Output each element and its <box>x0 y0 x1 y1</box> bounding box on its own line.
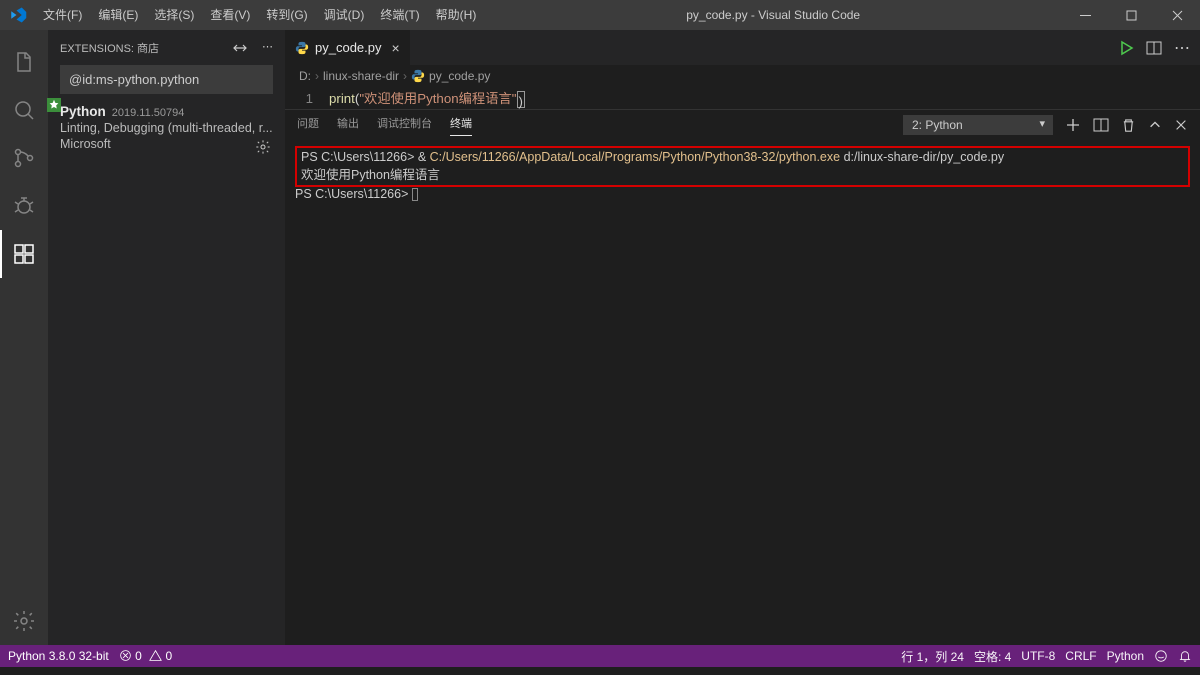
chevron-right-icon: › <box>403 69 407 83</box>
status-encoding[interactable]: UTF-8 <box>1021 649 1055 663</box>
chevron-right-icon: › <box>315 69 319 83</box>
editor-actions: ⋯ <box>1118 30 1200 65</box>
sidebar: EXTENSIONS: 商店 ⋯ @id:ms-python.python Py… <box>48 30 285 645</box>
editor-tabs: py_code.py × ⋯ <box>285 30 1200 65</box>
maximize-button[interactable] <box>1108 0 1154 30</box>
menu-go[interactable]: 转到(G) <box>258 0 315 30</box>
menu-view[interactable]: 查看(V) <box>202 0 258 30</box>
menu-selection[interactable]: 选择(S) <box>146 0 202 30</box>
menu-file[interactable]: 文件(F) <box>35 0 90 30</box>
status-cursor[interactable]: 行 1，列 24 <box>901 648 964 665</box>
tab-py-code[interactable]: py_code.py × <box>285 30 411 65</box>
settings-gear-icon[interactable] <box>0 597 48 645</box>
scm-icon[interactable] <box>0 134 48 182</box>
panel-tab-terminal[interactable]: 终端 <box>450 115 472 136</box>
split-terminal-icon[interactable] <box>1093 117 1109 133</box>
extension-item[interactable]: Python 2019.11.50794 Linting, Debugging … <box>48 100 285 163</box>
status-spaces[interactable]: 空格: 4 <box>974 648 1011 665</box>
panel-tab-bar: 问题 输出 调试控制台 终端 2: Python <box>285 110 1200 140</box>
code-line[interactable]: print("欢迎使用Python编程语言") <box>329 89 525 109</box>
panel: 问题 输出 调试控制台 终端 2: Python PS C:\Users\112… <box>285 109 1200 546</box>
highlight-box: PS C:\Users\11266> & C:/Users/11266/AppD… <box>295 146 1190 187</box>
status-lang[interactable]: Python <box>1107 649 1144 663</box>
app-logo <box>0 6 35 24</box>
extension-search-input[interactable]: @id:ms-python.python <box>60 65 273 94</box>
menu-help[interactable]: 帮助(H) <box>428 0 485 30</box>
python-file-icon <box>411 69 425 83</box>
panel-tab-problems[interactable]: 问题 <box>297 115 319 136</box>
status-bell-icon[interactable] <box>1178 649 1192 663</box>
status-problems[interactable]: 0 0 <box>119 649 172 663</box>
run-icon[interactable] <box>1118 40 1134 56</box>
debug-icon[interactable] <box>0 182 48 230</box>
clear-icon[interactable] <box>232 40 248 56</box>
kill-terminal-icon[interactable] <box>1121 118 1136 133</box>
menu-edit[interactable]: 编辑(E) <box>90 0 146 30</box>
menu-debug[interactable]: 调试(D) <box>316 0 373 30</box>
more-icon[interactable]: ⋯ <box>262 40 273 56</box>
extension-gear-icon[interactable] <box>255 139 271 155</box>
extension-publisher: Microsoft <box>60 137 273 151</box>
window-controls <box>1062 0 1200 30</box>
token-string: "欢迎使用Python编程语言" <box>359 91 516 106</box>
extension-name: Python <box>60 104 106 119</box>
extension-version: 2019.11.50794 <box>112 107 185 119</box>
title-bar: 文件(F) 编辑(E) 选择(S) 查看(V) 转到(G) 调试(D) 终端(T… <box>0 0 1200 30</box>
new-terminal-icon[interactable] <box>1065 117 1081 133</box>
window-title: py_code.py - Visual Studio Code <box>484 8 1062 22</box>
terminal-output: 欢迎使用Python编程语言 <box>301 164 1184 183</box>
tab-label: py_code.py <box>315 40 382 55</box>
extensions-icon[interactable] <box>0 230 48 278</box>
tab-close-icon[interactable]: × <box>392 40 400 56</box>
maximize-panel-icon[interactable] <box>1148 118 1162 132</box>
close-button[interactable] <box>1154 0 1200 30</box>
status-feedback-icon[interactable] <box>1154 649 1168 663</box>
breadcrumb[interactable]: D: › linux-share-dir › py_code.py <box>285 65 1200 87</box>
panel-tab-debug[interactable]: 调试控制台 <box>377 115 432 136</box>
line-number: 1 <box>285 89 329 109</box>
editor-area: py_code.py × ⋯ D: › linux-share-dir › py… <box>285 30 1200 645</box>
terminal-line: PS C:\Users\11266> & C:/Users/11266/AppD… <box>301 150 1184 164</box>
terminal-line: PS C:\Users\11266> <box>295 187 1190 201</box>
crumb-folder[interactable]: linux-share-dir <box>323 69 399 83</box>
close-panel-icon[interactable] <box>1174 118 1188 132</box>
python-file-icon <box>295 41 309 55</box>
terminal[interactable]: PS C:\Users\11266> & C:/Users/11266/AppD… <box>285 140 1200 546</box>
status-python[interactable]: Python 3.8.0 32-bit <box>8 649 109 663</box>
star-badge-icon <box>47 98 61 112</box>
crumb-drive[interactable]: D: <box>299 69 311 83</box>
crumb-file[interactable]: py_code.py <box>429 69 490 83</box>
minimize-button[interactable] <box>1062 0 1108 30</box>
split-editor-icon[interactable] <box>1146 40 1162 56</box>
panel-tab-output[interactable]: 输出 <box>337 115 359 136</box>
menu-terminal[interactable]: 终端(T) <box>372 0 427 30</box>
sidebar-header: EXTENSIONS: 商店 ⋯ <box>48 30 285 65</box>
token-fn: print <box>329 91 355 106</box>
extension-description: Linting, Debugging (multi-threaded, r... <box>60 121 273 135</box>
code-editor[interactable]: 1 print("欢迎使用Python编程语言") <box>285 87 1200 109</box>
sidebar-title: EXTENSIONS: 商店 <box>60 40 159 56</box>
editor-more-icon[interactable]: ⋯ <box>1174 38 1190 58</box>
explorer-icon[interactable] <box>0 38 48 86</box>
search-icon[interactable] <box>0 86 48 134</box>
terminal-selector[interactable]: 2: Python <box>903 115 1053 135</box>
status-bar: Python 3.8.0 32-bit 0 0 行 1，列 24 空格: 4 U… <box>0 645 1200 667</box>
token-paren-close: ) <box>517 91 525 108</box>
status-eol[interactable]: CRLF <box>1065 649 1096 663</box>
activity-bar <box>0 30 48 645</box>
menu-bar: 文件(F) 编辑(E) 选择(S) 查看(V) 转到(G) 调试(D) 终端(T… <box>35 0 484 30</box>
